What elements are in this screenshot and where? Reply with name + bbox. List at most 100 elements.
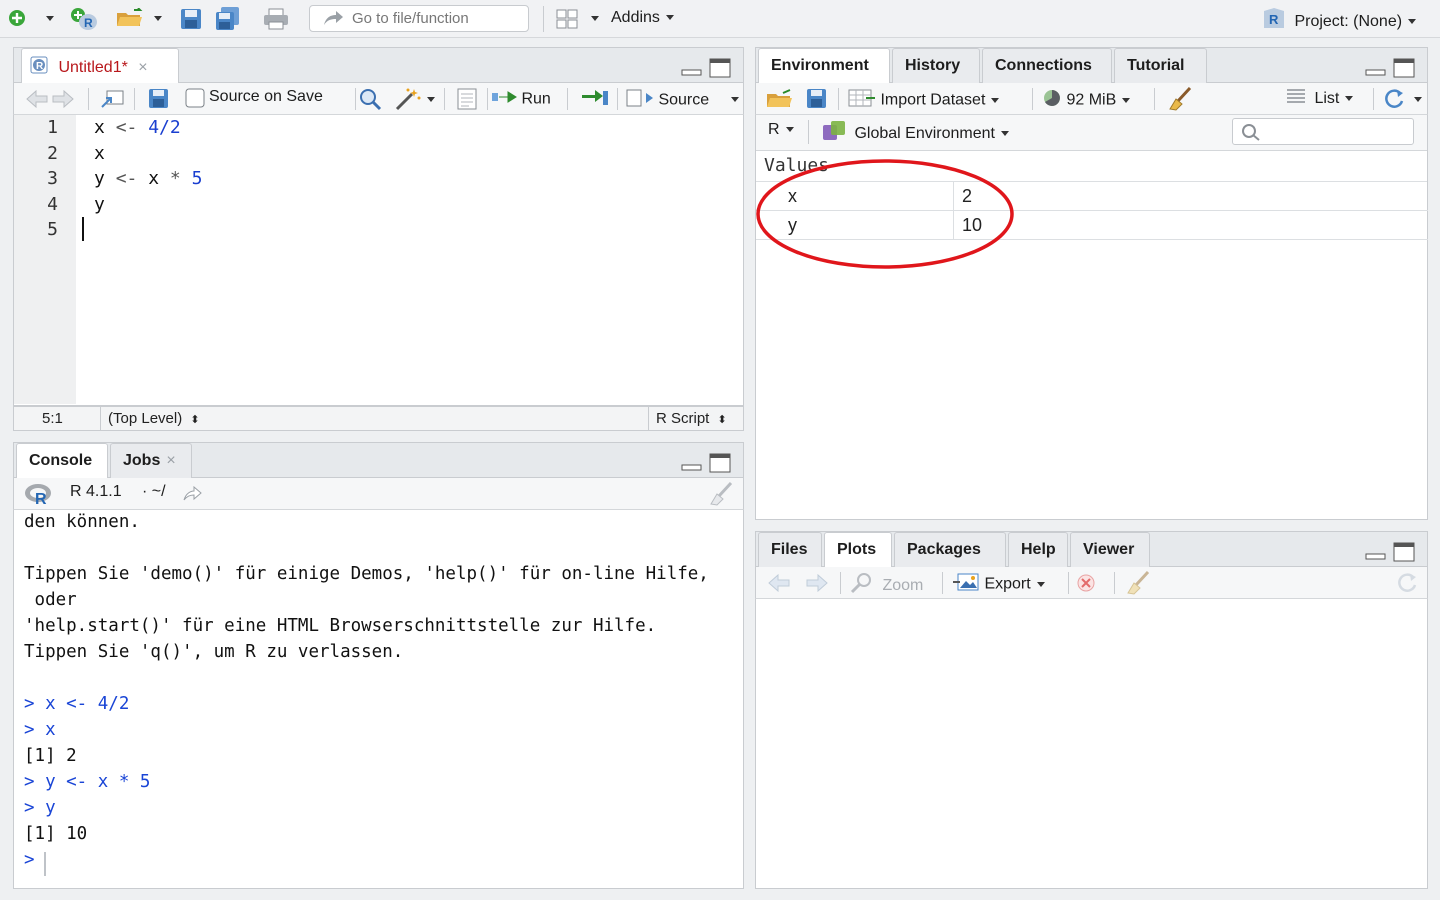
maximize-icon[interactable] [709, 453, 731, 478]
save-all-icon[interactable] [215, 6, 241, 37]
broom-icon[interactable] [1166, 86, 1192, 116]
tab-environment[interactable]: Environment [758, 48, 890, 84]
rerun-icon[interactable] [581, 89, 609, 112]
chevron-down-icon[interactable] [154, 16, 162, 21]
export-button[interactable]: Export [952, 572, 1045, 597]
scope-selector[interactable]: Global Environment [822, 120, 1009, 147]
import-dataset-button[interactable]: Import Dataset [848, 88, 1000, 113]
minimize-icon[interactable] [1365, 64, 1387, 82]
project-menu[interactable]: R Project: (None) [1262, 8, 1417, 35]
environment-content: R Global Environment Values x 2 y 10 [755, 115, 1428, 520]
remove-plot-icon[interactable] [1076, 573, 1096, 598]
import-dataset-label: Import Dataset [880, 91, 986, 109]
code-line[interactable]: y [94, 194, 105, 215]
console-output-line: [1] 2 [24, 746, 77, 766]
pane-layout-icon[interactable] [556, 9, 578, 34]
environment-search-input[interactable] [1232, 118, 1414, 145]
view-mode-button[interactable]: List [1286, 88, 1354, 109]
code-line[interactable]: y <- x * 5 [94, 168, 202, 189]
environment-icon [822, 120, 846, 147]
new-project-icon[interactable]: R [70, 7, 98, 36]
minimize-icon[interactable] [1365, 548, 1387, 566]
editor-toolbar: Source on Save Run Source [13, 83, 744, 115]
code-line[interactable]: x <- 4/2 [94, 117, 181, 138]
tab-viewer[interactable]: Viewer [1070, 532, 1150, 567]
code-line[interactable]: x [94, 143, 105, 164]
refresh-icon[interactable] [1383, 88, 1409, 115]
tab-packages[interactable]: Packages [894, 532, 1006, 567]
editor-tabbar: R Untitled1* × [13, 47, 744, 84]
chevron-down-icon[interactable] [46, 16, 54, 21]
print-icon[interactable] [263, 8, 289, 35]
source-button[interactable]: Source [626, 88, 709, 113]
compile-report-icon[interactable] [457, 88, 477, 115]
forward-arrow-icon[interactable] [806, 573, 828, 597]
show-in-window-icon[interactable] [100, 89, 124, 114]
maximize-icon[interactable] [1393, 58, 1415, 83]
file-type-selector[interactable]: R Script ⬍ [656, 410, 727, 427]
back-arrow-icon[interactable] [768, 573, 790, 597]
chevron-down-icon[interactable] [1414, 97, 1422, 102]
working-dir[interactable]: · ~/ [142, 483, 166, 501]
tab-label: Plots [837, 541, 877, 558]
plots-toolbar: Zoom Export [755, 567, 1428, 599]
maximize-icon[interactable] [1393, 542, 1415, 567]
language-selector[interactable]: R [768, 121, 794, 139]
svg-text:R: R [35, 491, 47, 506]
goto-placeholder: Go to file/function [352, 10, 469, 27]
run-button[interactable]: Run [491, 88, 551, 111]
addins-menu[interactable]: Addins [611, 9, 674, 27]
environment-subtoolbar: R Global Environment [756, 115, 1427, 151]
maximize-icon[interactable] [709, 58, 731, 83]
console-tabbar: Console Jobs × [13, 442, 744, 479]
tab-console[interactable]: Console [16, 443, 108, 479]
tab-history[interactable]: History [892, 48, 980, 83]
close-icon[interactable]: × [138, 59, 147, 76]
editor-statusbar: 5:1 (Top Level) ⬍ R Script ⬍ [13, 406, 744, 431]
tab-tutorial[interactable]: Tutorial [1114, 48, 1207, 83]
forward-arrow-icon[interactable] [52, 89, 74, 113]
tab-files[interactable]: Files [758, 532, 822, 567]
go-to-dir-icon[interactable] [182, 485, 202, 507]
back-arrow-icon[interactable] [26, 89, 48, 113]
svg-text:R: R [1269, 12, 1279, 27]
magic-wand-icon[interactable] [394, 87, 422, 116]
tab-plots[interactable]: Plots [824, 532, 892, 568]
tab-label: Environment [771, 57, 869, 74]
run-label: Run [521, 90, 551, 108]
tab-connections[interactable]: Connections [982, 48, 1112, 83]
console-output[interactable]: den können. Tippen Sie 'demo()' für einig… [13, 510, 744, 889]
search-icon[interactable] [358, 87, 382, 116]
minimize-icon[interactable] [681, 459, 703, 477]
tab-label: Connections [995, 57, 1092, 74]
search-icon [1241, 123, 1261, 146]
open-folder-icon[interactable] [766, 89, 794, 114]
minimize-icon[interactable] [681, 64, 703, 82]
chevron-down-icon[interactable] [427, 97, 435, 102]
refresh-icon[interactable] [1396, 572, 1420, 599]
save-icon[interactable] [148, 88, 169, 114]
tab-untitled1[interactable]: R Untitled1* × [21, 48, 179, 84]
scope-selector[interactable]: (Top Level) ⬍ [108, 410, 200, 427]
zoom-button[interactable]: Zoom [850, 572, 923, 599]
line-number: 4 [47, 193, 58, 215]
open-folder-icon[interactable] [116, 7, 144, 33]
source-on-save-checkbox[interactable] [185, 88, 205, 113]
tab-help[interactable]: Help [1008, 532, 1068, 567]
chevron-down-icon[interactable] [731, 97, 739, 102]
new-file-icon[interactable] [8, 9, 26, 32]
tab-jobs[interactable]: Jobs × [110, 443, 192, 478]
goto-file-input[interactable]: Go to file/function [309, 5, 529, 32]
close-icon[interactable]: × [166, 452, 175, 469]
save-icon[interactable] [180, 8, 202, 35]
broom-icon[interactable] [1124, 570, 1150, 600]
line-gutter: 1 2 3 4 5 [14, 115, 76, 404]
memory-usage-button[interactable]: 92 MiB [1042, 88, 1131, 113]
source-on-save-label[interactable]: Source on Save [209, 88, 323, 106]
code-editor[interactable]: 12345 x <- 4/2 x y <- x * 5 y [13, 115, 744, 406]
broom-icon[interactable] [707, 481, 733, 511]
tab-label: Jobs [123, 452, 161, 469]
save-icon[interactable] [806, 88, 827, 114]
chevron-down-icon[interactable] [591, 16, 599, 21]
zoom-label: Zoom [882, 576, 924, 594]
